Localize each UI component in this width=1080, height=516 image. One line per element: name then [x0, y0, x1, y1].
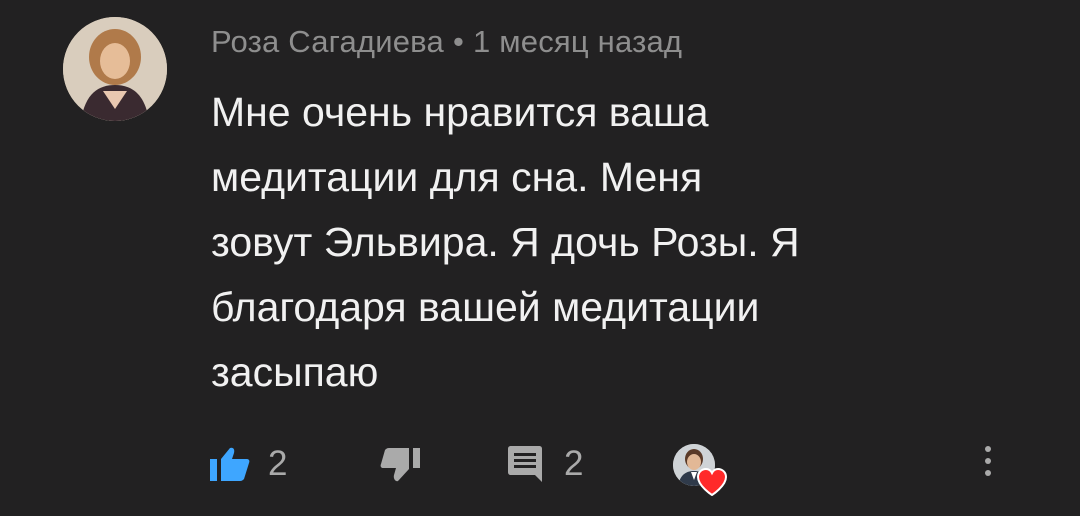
creator-heart-icon	[697, 468, 727, 496]
more-vertical-icon	[985, 446, 991, 482]
comment-line: засыпаю	[211, 349, 379, 395]
dislike-button[interactable]	[380, 448, 420, 482]
comment-line: зовут Эльвира. Я дочь Розы. Я	[211, 219, 800, 265]
reply-count: 2	[564, 444, 584, 483]
thumbs-up-icon	[210, 447, 250, 481]
comment-line: медитации для сна. Меня	[211, 154, 703, 200]
comment-icon	[508, 446, 542, 482]
comment-line: Мне очень нравится ваша	[211, 89, 709, 135]
comment-text: Мне очень нравится ваша медитации для сн…	[211, 80, 931, 405]
author-name[interactable]: Роза Сагадиева	[211, 24, 444, 59]
comment-line: благодаря вашей медитации	[211, 284, 760, 330]
like-count: 2	[268, 444, 288, 483]
reply-button[interactable]: 2	[508, 444, 583, 484]
comment-header: Роза Сагадиева • 1 месяц назад	[211, 24, 682, 60]
comment-actions: 2 2	[0, 440, 1080, 500]
separator-dot: •	[452, 24, 464, 59]
comment-time[interactable]: 1 месяц назад	[473, 24, 682, 59]
author-avatar[interactable]	[63, 17, 167, 121]
more-options-button[interactable]	[985, 446, 991, 482]
like-button[interactable]: 2	[210, 444, 287, 484]
thumbs-down-icon	[380, 448, 420, 482]
creator-heart	[673, 444, 735, 500]
